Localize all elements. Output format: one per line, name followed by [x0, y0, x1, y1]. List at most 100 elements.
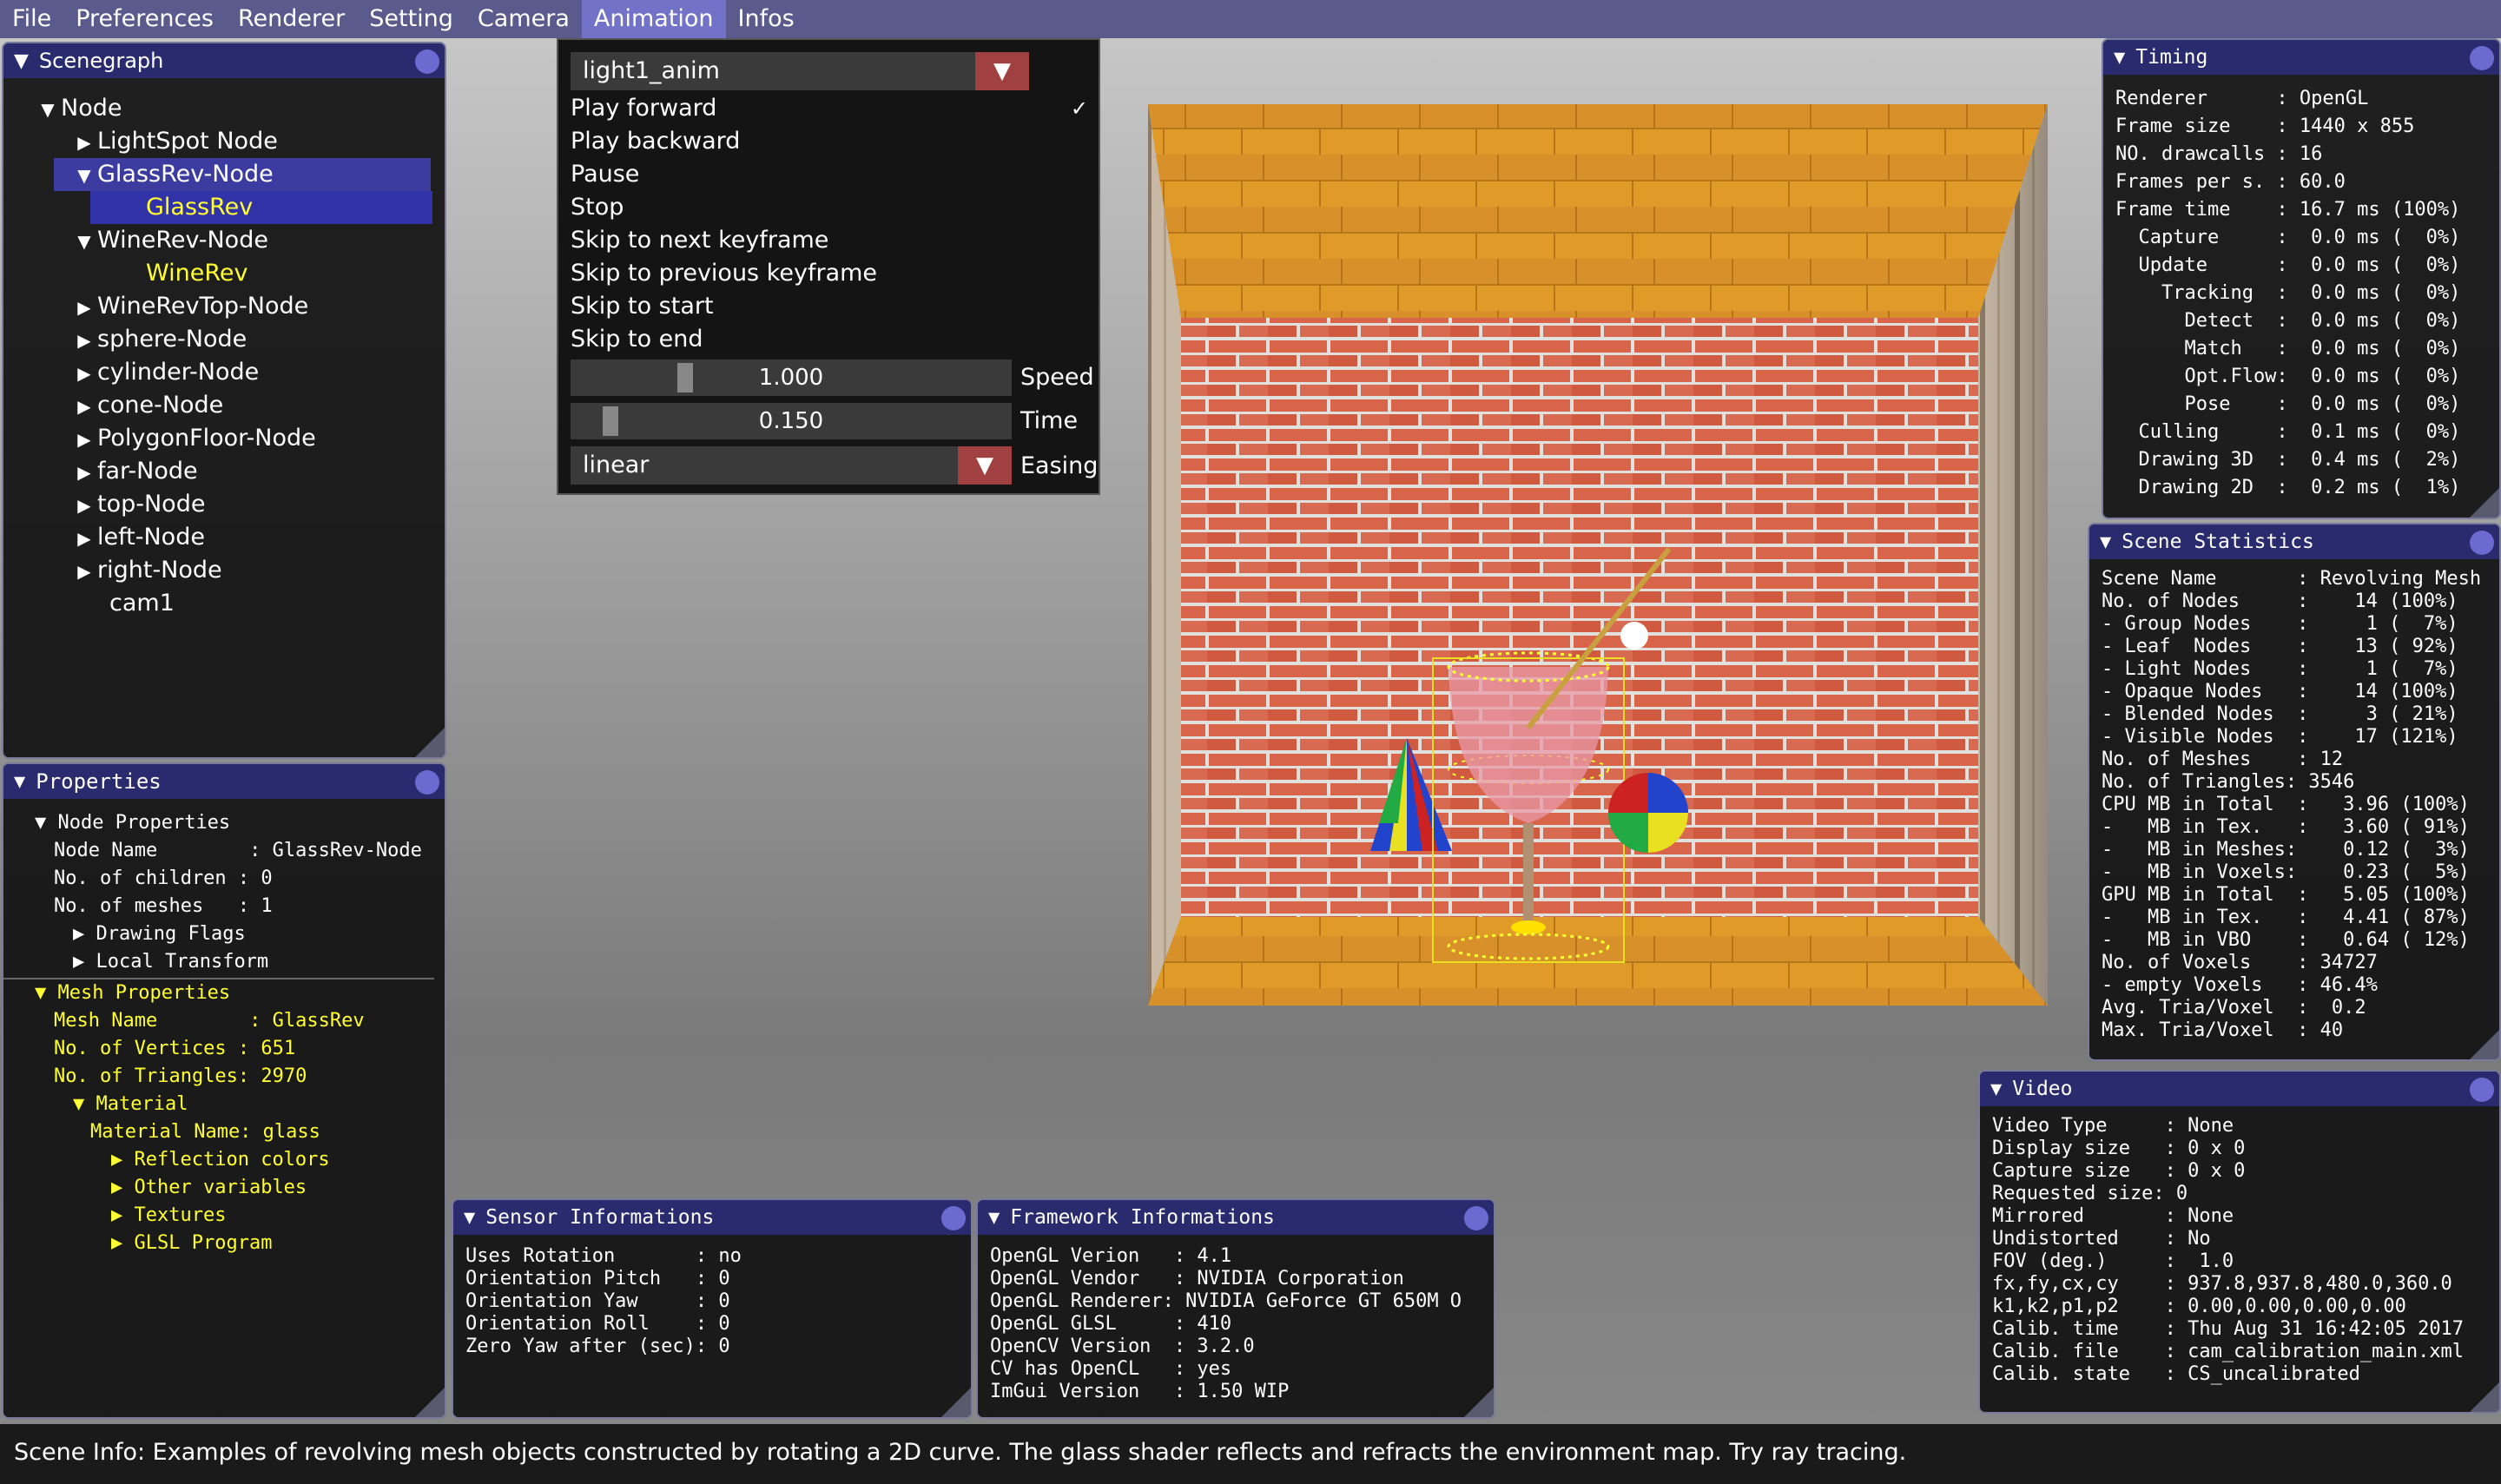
close-icon[interactable] — [941, 1206, 966, 1230]
checkmark-icon: ✓ — [1070, 96, 1088, 121]
resize-grip[interactable] — [1464, 1388, 1494, 1417]
textures-header[interactable]: ▶ Textures — [3, 1202, 445, 1230]
resize-grip[interactable] — [2470, 1030, 2499, 1059]
menu-item-play-forward[interactable]: Play forward ✓ — [571, 92, 1088, 125]
tree-node-cam1[interactable]: cam1 — [3, 587, 445, 620]
time-slider[interactable]: 0.150 — [571, 403, 1012, 439]
menu-camera[interactable]: Camera — [465, 0, 582, 38]
tree-node-right[interactable]: ▶ right-Node — [3, 554, 445, 587]
framework-line: OpenGL GLSL : 410 — [990, 1313, 1232, 1335]
sensor-line: Orientation Roll : 0 — [465, 1313, 730, 1335]
animation-select[interactable]: light1_anim ▼ — [571, 52, 1029, 90]
collapse-arrow-icon[interactable]: ▼ — [988, 1207, 1000, 1229]
tree-node-cone[interactable]: ▶ cone-Node — [3, 389, 445, 422]
properties-title-bar[interactable]: ▼ Properties — [3, 764, 445, 799]
sensor-title: Sensor Informations — [485, 1206, 715, 1229]
timing-title-bar[interactable]: ▼ Timing — [2103, 40, 2499, 75]
timing-line: Pose : 0.0 ms ( 0%) — [2115, 393, 2461, 415]
close-icon[interactable] — [2470, 46, 2494, 70]
tree-node-glassrev-node[interactable]: ▼ GlassRev-Node — [54, 158, 431, 191]
status-bar: Scene Info: Examples of revolving mesh o… — [0, 1424, 2501, 1484]
resize-grip[interactable] — [415, 1388, 445, 1417]
reflection-colors-header[interactable]: ▶ Reflection colors — [3, 1146, 445, 1174]
menu-item-previous-keyframe[interactable]: Skip to previous keyframe — [571, 257, 877, 290]
resize-grip[interactable] — [941, 1388, 971, 1417]
dropdown-arrow-icon[interactable]: ▼ — [958, 446, 1012, 485]
menu-animation[interactable]: Animation — [581, 0, 726, 38]
menu-item-next-keyframe[interactable]: Skip to next keyframe — [571, 224, 828, 257]
scenegraph-title-bar[interactable]: ▼ Scenegraph — [3, 43, 445, 78]
tree-node-top[interactable]: ▶ top-Node — [3, 488, 445, 521]
collapsed-arrow-icon: ▶ — [73, 951, 96, 973]
material-header[interactable]: ▼ Material — [3, 1091, 445, 1118]
scene-statistics-title-bar[interactable]: ▼ Scene Statistics — [2089, 524, 2499, 559]
tree-node-winerev[interactable]: WineRev — [3, 257, 445, 290]
speed-slider[interactable]: 1.000 — [571, 359, 1012, 396]
tree-label: WineRev-Node — [97, 227, 268, 254]
menu-item-skip-start[interactable]: Skip to start — [571, 290, 714, 323]
tree-label: WineRev — [146, 260, 248, 287]
label: Other variables — [134, 1177, 307, 1198]
menu-preferences[interactable]: Preferences — [63, 0, 226, 38]
collapse-arrow-icon[interactable]: ▼ — [1990, 1078, 2002, 1100]
tree-node-polygonfloor[interactable]: ▶ PolygonFloor-Node — [3, 422, 445, 455]
scenegraph-tree: ▼ Node ▶ LightSpot Node ▼ GlassRev-Node Gla… — [3, 78, 445, 620]
video-title-bar[interactable]: ▼ Video — [1980, 1072, 2499, 1106]
sensor-line: Uses Rotation : no — [465, 1245, 742, 1267]
close-icon[interactable] — [415, 770, 439, 795]
sensor-title-bar[interactable]: ▼ Sensor Informations — [453, 1200, 971, 1235]
stat-line: No. of Nodes : 14 (100%) — [2102, 590, 2458, 612]
mesh-properties-header[interactable]: ▼ Mesh Properties — [3, 979, 445, 1007]
tree-node-winerev-node[interactable]: ▼ WineRev-Node — [3, 224, 445, 257]
stat-line: - Group Nodes : 1 ( 7%) — [2102, 613, 2458, 635]
menu-item-stop[interactable]: Stop — [571, 191, 624, 224]
slider-handle[interactable] — [676, 363, 693, 392]
menu-renderer[interactable]: Renderer — [226, 0, 357, 38]
drawing-flags-header[interactable]: ▶ Drawing Flags — [3, 920, 445, 948]
tree-node-lightspot[interactable]: ▶ LightSpot Node — [3, 125, 445, 158]
menu-item-skip-end[interactable]: Skip to end — [571, 323, 703, 356]
tree-node-glassrev[interactable]: GlassRev — [90, 191, 432, 224]
tree-node-winerevtop[interactable]: ▶ WineRevTop-Node — [3, 290, 445, 323]
menu-item-play-backward[interactable]: Play backward — [571, 125, 740, 158]
close-icon[interactable] — [1464, 1206, 1488, 1230]
tree-node-sphere[interactable]: ▶ sphere-Node — [3, 323, 445, 356]
close-icon[interactable] — [2470, 1078, 2494, 1102]
menu-infos[interactable]: Infos — [726, 0, 807, 38]
menu-setting[interactable]: Setting — [357, 0, 465, 38]
video-line: Calib. file : cam_calibration_main.xml — [1992, 1341, 2465, 1362]
framework-line: OpenGL Vendor : NVIDIA Corporation — [990, 1268, 1404, 1289]
collapse-arrow-icon[interactable]: ▼ — [14, 771, 25, 793]
collapse-arrow-icon[interactable]: ▼ — [2100, 531, 2111, 553]
tree-node-left[interactable]: ▶ left-Node — [3, 521, 445, 554]
collapse-arrow-icon[interactable]: ▼ — [14, 50, 29, 72]
collapsed-arrow-icon: ▶ — [77, 396, 91, 417]
collapse-arrow-icon[interactable]: ▼ — [464, 1207, 475, 1229]
close-icon[interactable] — [2470, 531, 2494, 555]
timing-line: Match : 0.0 ms ( 0%) — [2115, 338, 2461, 359]
stat-line: - empty Voxels : 46.4% — [2102, 974, 2378, 996]
framework-title-bar[interactable]: ▼ Framework Informations — [978, 1200, 1494, 1235]
tree-node-root[interactable]: ▼ Node — [3, 92, 445, 125]
tree-node-far[interactable]: ▶ far-Node — [3, 455, 445, 488]
resize-grip[interactable] — [2470, 488, 2499, 518]
resize-grip[interactable] — [2470, 1382, 2499, 1412]
local-transform-header[interactable]: ▶ Local Transform — [3, 948, 434, 979]
tree-node-cylinder[interactable]: ▶ cylinder-Node — [3, 356, 445, 389]
tree-label: right-Node — [97, 557, 222, 584]
children-row: No. of children : 0 — [54, 867, 273, 889]
slider-handle[interactable] — [602, 406, 618, 436]
close-icon[interactable] — [415, 49, 439, 74]
other-variables-header[interactable]: ▶ Other variables — [3, 1174, 445, 1202]
resize-grip[interactable] — [415, 728, 445, 757]
scene-viewport[interactable] — [1146, 102, 2049, 1006]
menu-file[interactable]: File — [0, 0, 63, 38]
node-properties-header[interactable]: ▼ Node Properties — [3, 809, 445, 837]
glsl-program-header[interactable]: ▶ GLSL Program — [3, 1230, 445, 1257]
menu-item-pause[interactable]: Pause — [571, 158, 639, 191]
easing-select[interactable]: linear ▼ — [571, 446, 1012, 485]
collapse-arrow-icon[interactable]: ▼ — [2114, 47, 2125, 69]
dropdown-arrow-icon[interactable]: ▼ — [975, 52, 1029, 90]
sensor-line: Zero Yaw after (sec): 0 — [465, 1336, 730, 1357]
stat-line: - MB in VBO : 0.64 ( 12%) — [2102, 929, 2470, 951]
